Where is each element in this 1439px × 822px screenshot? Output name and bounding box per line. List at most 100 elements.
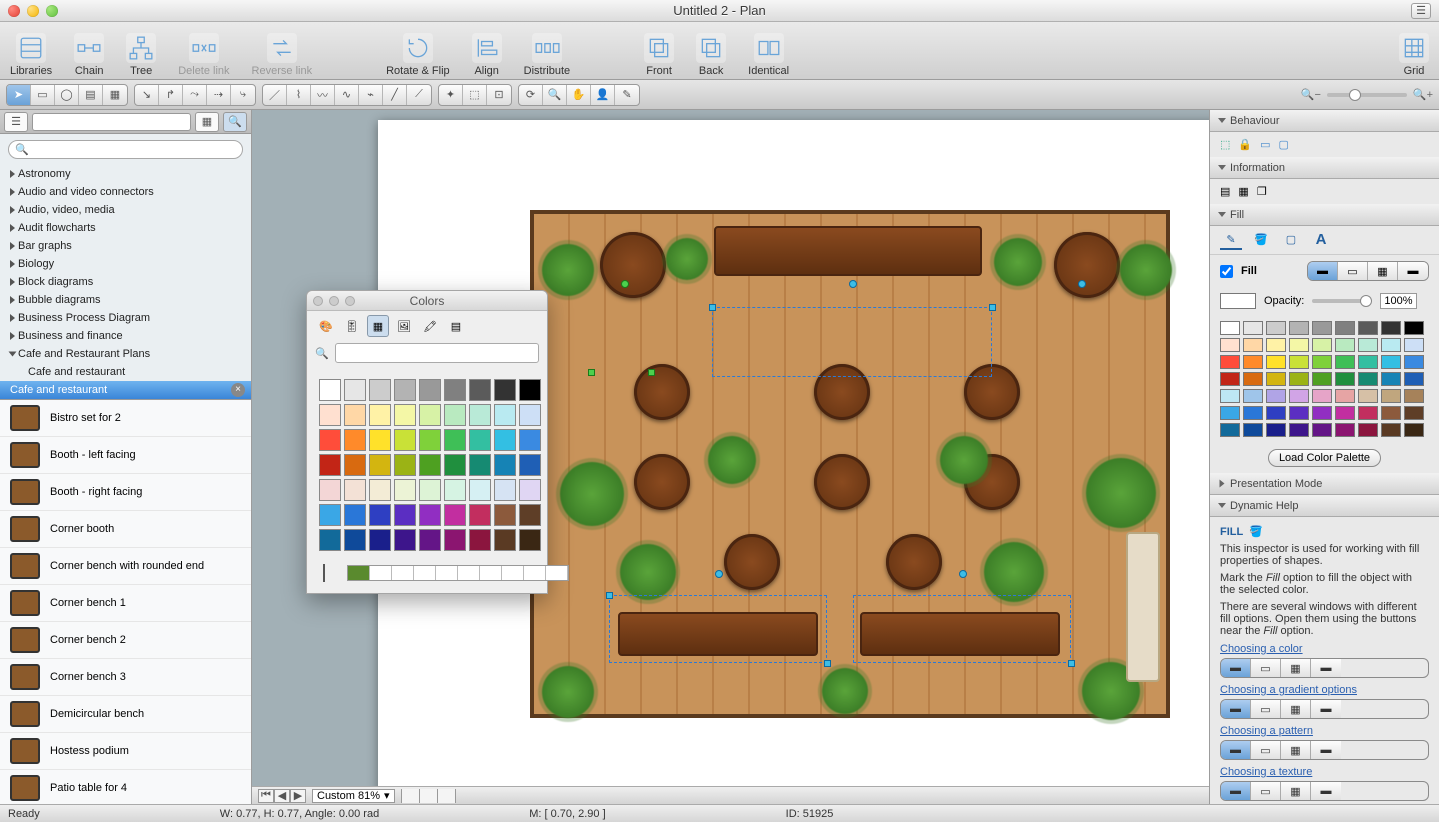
tool-conn-4[interactable]: ⇢ xyxy=(207,85,231,105)
color-swatch[interactable] xyxy=(344,479,366,501)
behaviour-icon-4[interactable]: ▢ xyxy=(1279,138,1289,151)
tool-table[interactable]: ▦ xyxy=(103,85,127,105)
toolbar-tree[interactable]: Tree xyxy=(126,33,156,77)
tool-edit-1[interactable]: ✦ xyxy=(439,85,463,105)
color-swatch[interactable] xyxy=(519,529,541,551)
palette-swatch[interactable] xyxy=(1289,355,1309,369)
tool-conn-2[interactable]: ↱ xyxy=(159,85,183,105)
palette-swatch[interactable] xyxy=(1404,321,1424,335)
palette-swatch[interactable] xyxy=(1220,355,1240,369)
color-swatch[interactable] xyxy=(494,529,516,551)
help-pill-seg[interactable]: ▦ xyxy=(1281,659,1311,677)
tool-conn-1[interactable]: ↘ xyxy=(135,85,159,105)
recent-swatch[interactable] xyxy=(524,566,546,580)
rotate-handle[interactable] xyxy=(715,570,723,578)
library-search[interactable]: 🔍 xyxy=(8,140,243,159)
tool-refresh[interactable]: ⟳ xyxy=(519,85,543,105)
page-first[interactable]: ⏮ xyxy=(258,789,274,803)
color-swatch[interactable] xyxy=(444,454,466,476)
color-swatch[interactable] xyxy=(344,454,366,476)
tool-line-3[interactable]: 〰 xyxy=(311,85,335,105)
help-pill-seg[interactable]: ▭ xyxy=(1251,700,1281,718)
color-swatch[interactable] xyxy=(419,479,441,501)
color-swatch[interactable] xyxy=(519,404,541,426)
palette-swatch[interactable] xyxy=(1335,389,1355,403)
color-swatch[interactable] xyxy=(369,404,391,426)
resize-handle[interactable] xyxy=(1068,660,1075,667)
palette-swatch[interactable] xyxy=(1220,321,1240,335)
help-pill-seg[interactable]: ▬ xyxy=(1221,782,1251,800)
fill-checkbox[interactable] xyxy=(1220,265,1233,278)
library-shape[interactable]: Corner bench with rounded end xyxy=(0,548,251,585)
palette-swatch[interactable] xyxy=(1335,321,1355,335)
rotate-handle[interactable] xyxy=(1078,280,1086,288)
palette-swatch[interactable] xyxy=(1358,338,1378,352)
tool-line-7[interactable]: ⟋ xyxy=(407,85,431,105)
recent-swatch[interactable] xyxy=(370,566,392,580)
recent-swatch[interactable] xyxy=(348,566,370,580)
info-icon-3[interactable]: ❐ xyxy=(1257,185,1267,198)
palette-swatch[interactable] xyxy=(1404,423,1424,437)
help-pill-seg[interactable]: ▬ xyxy=(1311,741,1341,759)
color-swatch[interactable] xyxy=(394,529,416,551)
fill-mode-texture[interactable]: ▬ xyxy=(1398,262,1428,280)
behaviour-icon-1[interactable]: ⬚ xyxy=(1220,138,1230,151)
palette-swatch[interactable] xyxy=(1220,338,1240,352)
lib-search-btn[interactable]: 🔍 xyxy=(223,112,247,132)
lib-category[interactable]: Audio, video, media xyxy=(0,201,251,219)
colors-popup[interactable]: Colors 🎨 🎚 ▦ 🖼 🖍 ▤ 🔍 xyxy=(306,290,548,594)
help-link[interactable]: Choosing a texture xyxy=(1220,766,1312,778)
help-pill-seg[interactable]: ▬ xyxy=(1311,659,1341,677)
tool-ellipse[interactable]: ◯ xyxy=(55,85,79,105)
help-pill-seg[interactable]: ▬ xyxy=(1221,700,1251,718)
palette-swatch[interactable] xyxy=(1266,338,1286,352)
library-shape[interactable]: Corner booth xyxy=(0,511,251,548)
color-swatch[interactable] xyxy=(419,404,441,426)
table-round[interactable] xyxy=(634,454,690,510)
toolbar-identical[interactable]: Identical xyxy=(748,33,789,77)
color-swatch[interactable] xyxy=(469,504,491,526)
opacity-value[interactable]: 100% xyxy=(1380,293,1416,309)
palette-swatch[interactable] xyxy=(1243,321,1263,335)
color-swatch[interactable] xyxy=(494,379,516,401)
palette-swatch[interactable] xyxy=(1358,372,1378,386)
palette-swatch[interactable] xyxy=(1381,423,1401,437)
color-swatch[interactable] xyxy=(494,404,516,426)
color-swatch[interactable] xyxy=(519,429,541,451)
tool-user[interactable]: 👤 xyxy=(591,85,615,105)
page-tab-1[interactable] xyxy=(402,789,420,803)
palette-swatch[interactable] xyxy=(1289,406,1309,420)
color-swatch[interactable] xyxy=(369,454,391,476)
table-round[interactable] xyxy=(600,232,666,298)
fill-mode-gradient[interactable]: ▭ xyxy=(1338,262,1368,280)
color-swatch[interactable] xyxy=(444,504,466,526)
table-round[interactable] xyxy=(724,534,780,590)
color-swatch[interactable] xyxy=(419,454,441,476)
colors-tab-sliders[interactable]: 🎚 xyxy=(341,315,363,337)
page-tab-2[interactable] xyxy=(420,789,438,803)
toolbar-chain[interactable]: Chain xyxy=(74,33,104,77)
zoom-slider[interactable] xyxy=(1327,93,1407,97)
toolbar-align[interactable]: Align xyxy=(472,33,502,77)
color-swatch[interactable] xyxy=(419,379,441,401)
table-round[interactable] xyxy=(1054,232,1120,298)
color-swatch[interactable] xyxy=(394,404,416,426)
recent-swatch[interactable] xyxy=(546,566,568,580)
palette-swatch[interactable] xyxy=(1335,406,1355,420)
color-swatch[interactable] xyxy=(444,479,466,501)
palette-swatch[interactable] xyxy=(1404,338,1424,352)
color-swatch[interactable] xyxy=(519,379,541,401)
page-next[interactable]: ▶ xyxy=(290,789,306,803)
recent-swatch[interactable] xyxy=(392,566,414,580)
color-swatch[interactable] xyxy=(369,379,391,401)
color-swatch[interactable] xyxy=(494,429,516,451)
palette-swatch[interactable] xyxy=(1312,389,1332,403)
lib-category[interactable]: Astronomy xyxy=(0,165,251,183)
resize-handle[interactable] xyxy=(989,304,996,311)
recent-swatch[interactable] xyxy=(502,566,524,580)
color-swatch[interactable] xyxy=(344,429,366,451)
rotate-handle[interactable] xyxy=(621,280,629,288)
tool-edit-3[interactable]: ⊡ xyxy=(487,85,511,105)
library-shape[interactable]: Corner bench 3 xyxy=(0,659,251,696)
zoom-out-icon[interactable]: 🔍− xyxy=(1301,88,1321,101)
